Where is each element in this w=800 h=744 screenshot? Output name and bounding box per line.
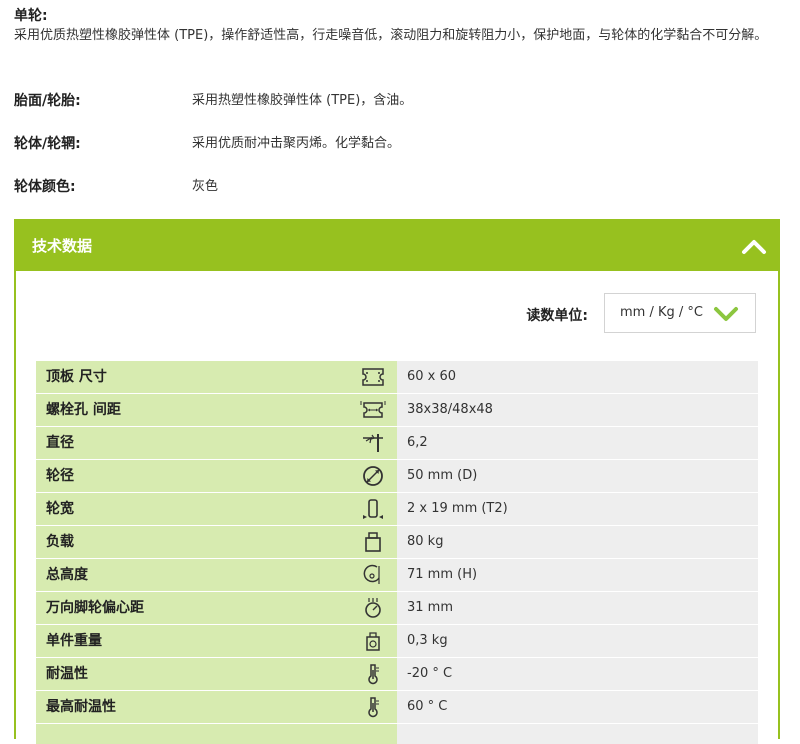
panel-title: 技术数据: [32, 237, 93, 255]
row-label-cell: 螺栓孔 间距: [36, 394, 397, 426]
row-label: 螺栓孔 间距: [46, 402, 121, 418]
table-row: 直径 6,2: [36, 427, 758, 460]
bolt-hole-spacing-icon: [360, 401, 386, 418]
row-label-cell: 总高度: [36, 559, 397, 591]
chevron-up-icon: [742, 240, 766, 254]
row-value: 31 mm: [407, 600, 454, 615]
row-value: 80 kg: [407, 534, 444, 549]
unit-label: 读数单位:: [526, 308, 588, 324]
row-label-cell: 顶板 尺寸: [36, 361, 397, 393]
row-value-cell: 80 kg: [397, 526, 758, 558]
row-label-cell: 轮宽: [36, 493, 397, 525]
intro-section: 单轮: 采用优质热塑性橡胶弹性体 (TPE)，操作舒适性高，行走噪音低，滚动阻力…: [14, 6, 784, 45]
row-value: 6,2: [407, 435, 428, 450]
row-value-cell: 50 mm (D): [397, 460, 758, 492]
table-row: 负载 80 kg: [36, 526, 758, 559]
row-value: 50 mm (D): [407, 468, 478, 483]
row-label: 负载: [46, 534, 74, 550]
unit-select[interactable]: mm / Kg / °C: [604, 293, 756, 333]
unit-select-value: mm / Kg / °C: [620, 305, 703, 320]
table-row: 顶板 尺寸 60 x 60: [36, 361, 758, 394]
row-label: 耐温性: [46, 666, 88, 682]
row-value-cell: 71 mm (H): [397, 559, 758, 591]
table-row: 单件重量 0,3 kg: [36, 625, 758, 658]
row-label-cell: 最高耐温性: [36, 691, 397, 723]
table-row-partial: [36, 724, 758, 744]
collapse-button[interactable]: [740, 233, 768, 259]
row-value: 60 x 60: [407, 369, 457, 384]
row-label: 轮径: [46, 468, 74, 484]
row-value: 71 mm (H): [407, 567, 478, 582]
unit-weight-icon: [366, 632, 380, 651]
spec-label: 轮体/轮辋:: [14, 136, 81, 152]
row-value-cell: 60 ° C: [397, 691, 758, 723]
diameter-icon: [363, 434, 383, 452]
wheel-diameter-icon: [363, 466, 383, 486]
table-row: 轮宽 2 x 19 mm (T2): [36, 493, 758, 526]
spec-label: 轮体颜色:: [14, 179, 76, 195]
row-value-cell: 0,3 kg: [397, 625, 758, 657]
row-value-cell: 31 mm: [397, 592, 758, 624]
row-label-cell: 负载: [36, 526, 397, 558]
row-value-cell: 2 x 19 mm (T2): [397, 493, 758, 525]
row-label: 万向脚轮偏心距: [46, 600, 144, 616]
table-row: 螺栓孔 间距 38x38/48x48: [36, 394, 758, 427]
row-label-cell: 万向脚轮偏心距: [36, 592, 397, 624]
spec-label: 胎面/轮胎:: [14, 93, 81, 109]
load-weight-icon: [365, 532, 381, 552]
row-label: 轮宽: [46, 501, 74, 517]
row-label-cell: 单件重量: [36, 625, 397, 657]
row-value: -20 ° C: [407, 666, 453, 681]
intro-title: 单轮:: [14, 8, 48, 24]
chevron-down-icon: [714, 307, 738, 321]
row-value: 2 x 19 mm (T2): [407, 501, 508, 516]
row-label-cell: 轮径: [36, 460, 397, 492]
row-label: 单件重量: [46, 633, 102, 649]
row-label-cell: 直径: [36, 427, 397, 459]
table-row: 万向脚轮偏心距 31 mm: [36, 592, 758, 625]
row-value: 0,3 kg: [407, 633, 448, 648]
row-value: 60 ° C: [407, 699, 448, 714]
row-value-cell: -20 ° C: [397, 658, 758, 690]
panel-header[interactable]: 技术数据: [16, 221, 778, 271]
row-value: 38x38/48x48: [407, 402, 493, 417]
tech-data-panel: 技术数据 读数单位: mm / Kg / °C 顶板 尺寸 60 x 60 螺栓…: [14, 219, 780, 744]
table-row: 总高度 71 mm (H): [36, 559, 758, 592]
row-label: 总高度: [46, 567, 88, 583]
spec-value: 灰色: [192, 179, 219, 194]
row-label: 直径: [46, 435, 74, 451]
thermometer-icon: [368, 664, 379, 685]
row-value-cell: 38x38/48x48: [397, 394, 758, 426]
overall-height-icon: [363, 564, 380, 584]
plate-size-icon: [362, 368, 384, 386]
row-label-cell: 耐温性: [36, 658, 397, 690]
row-value-cell: 6,2: [397, 427, 758, 459]
row-label: 顶板 尺寸: [46, 369, 107, 385]
table-row: 轮径 50 mm (D): [36, 460, 758, 493]
row-value-cell: [397, 724, 758, 744]
table-row: 最高耐温性 60 ° C: [36, 691, 758, 724]
swivel-offset-icon: [365, 598, 381, 618]
table-row: 耐温性 -20 ° C: [36, 658, 758, 691]
spec-value: 采用热塑性橡胶弹性体 (TPE)，含油。: [192, 93, 413, 108]
spec-value: 采用优质耐冲击聚丙烯。化学黏合。: [192, 136, 401, 151]
row-value-cell: 60 x 60: [397, 361, 758, 393]
intro-description: 采用优质热塑性橡胶弹性体 (TPE)，操作舒适性高，行走噪音低，滚动阻力和旋转阻…: [14, 28, 768, 43]
row-label-cell: [36, 724, 397, 744]
row-label: 最高耐温性: [46, 699, 116, 715]
tech-data-table: 顶板 尺寸 60 x 60 螺栓孔 间距 38x38/48x48 直径 6,2 …: [36, 361, 758, 724]
thermometer-icon: [368, 697, 379, 718]
wheel-width-icon: [363, 499, 383, 519]
